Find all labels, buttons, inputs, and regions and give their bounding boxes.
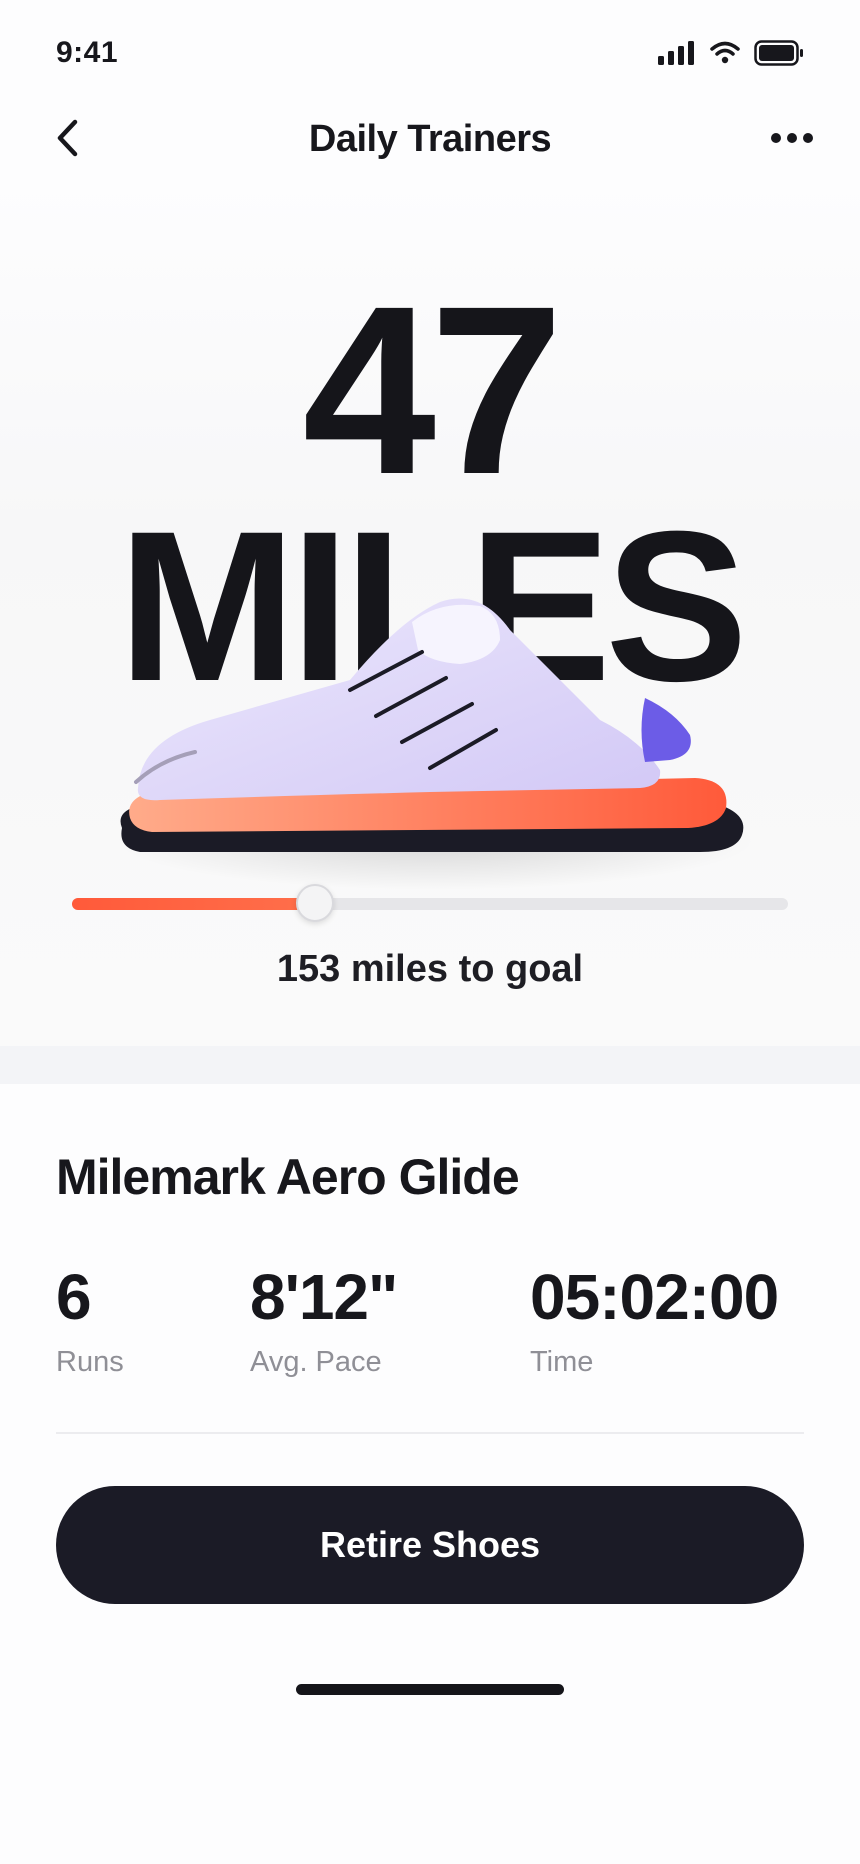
section-divider: [0, 1046, 860, 1084]
battery-icon: [754, 40, 804, 71]
stat-label: Time: [530, 1346, 594, 1378]
stat-avg-pace: 8'12" Avg. Pace: [250, 1261, 398, 1379]
product-name: Milemark Aero Glide: [56, 1149, 520, 1205]
stat-runs: 6 Runs: [56, 1262, 124, 1379]
divider: [56, 1432, 804, 1434]
running-shoe-illustration: [115, 598, 755, 890]
stat-label: Runs: [56, 1346, 124, 1378]
stat-value: 6: [56, 1261, 92, 1333]
stat-time: 05:02:00 Time: [530, 1261, 779, 1379]
stat-label: Avg. Pace: [250, 1346, 382, 1378]
goal-progress-bar: [72, 884, 788, 922]
status-time: 9:41: [56, 36, 119, 69]
hero-section: 47 MILES 153 miles to goal: [0, 180, 860, 1046]
goal-progress-fill: [72, 898, 316, 910]
stats-row: 6 Runs 8'12" Avg. Pace 05:02:00 Time: [56, 1262, 804, 1392]
goal-remaining-text: 153 miles to goal: [276, 948, 584, 990]
mileage-value: 47: [302, 256, 564, 524]
more-horizontal-icon: [770, 131, 814, 149]
stat-value: 05:02:00: [530, 1261, 779, 1333]
home-indicator: [296, 1684, 564, 1695]
cellular-signal-icon: [658, 41, 696, 70]
more-options-button[interactable]: [764, 116, 820, 164]
stat-value: 8'12": [250, 1261, 398, 1333]
nav-bar: Daily Trainers: [0, 100, 860, 180]
status-bar: 9:41: [0, 0, 860, 110]
wifi-icon: [710, 41, 740, 70]
page-title: Daily Trainers: [308, 118, 552, 160]
retire-shoes-button[interactable]: Retire Shoes: [56, 1486, 804, 1604]
status-icons: [658, 40, 804, 71]
